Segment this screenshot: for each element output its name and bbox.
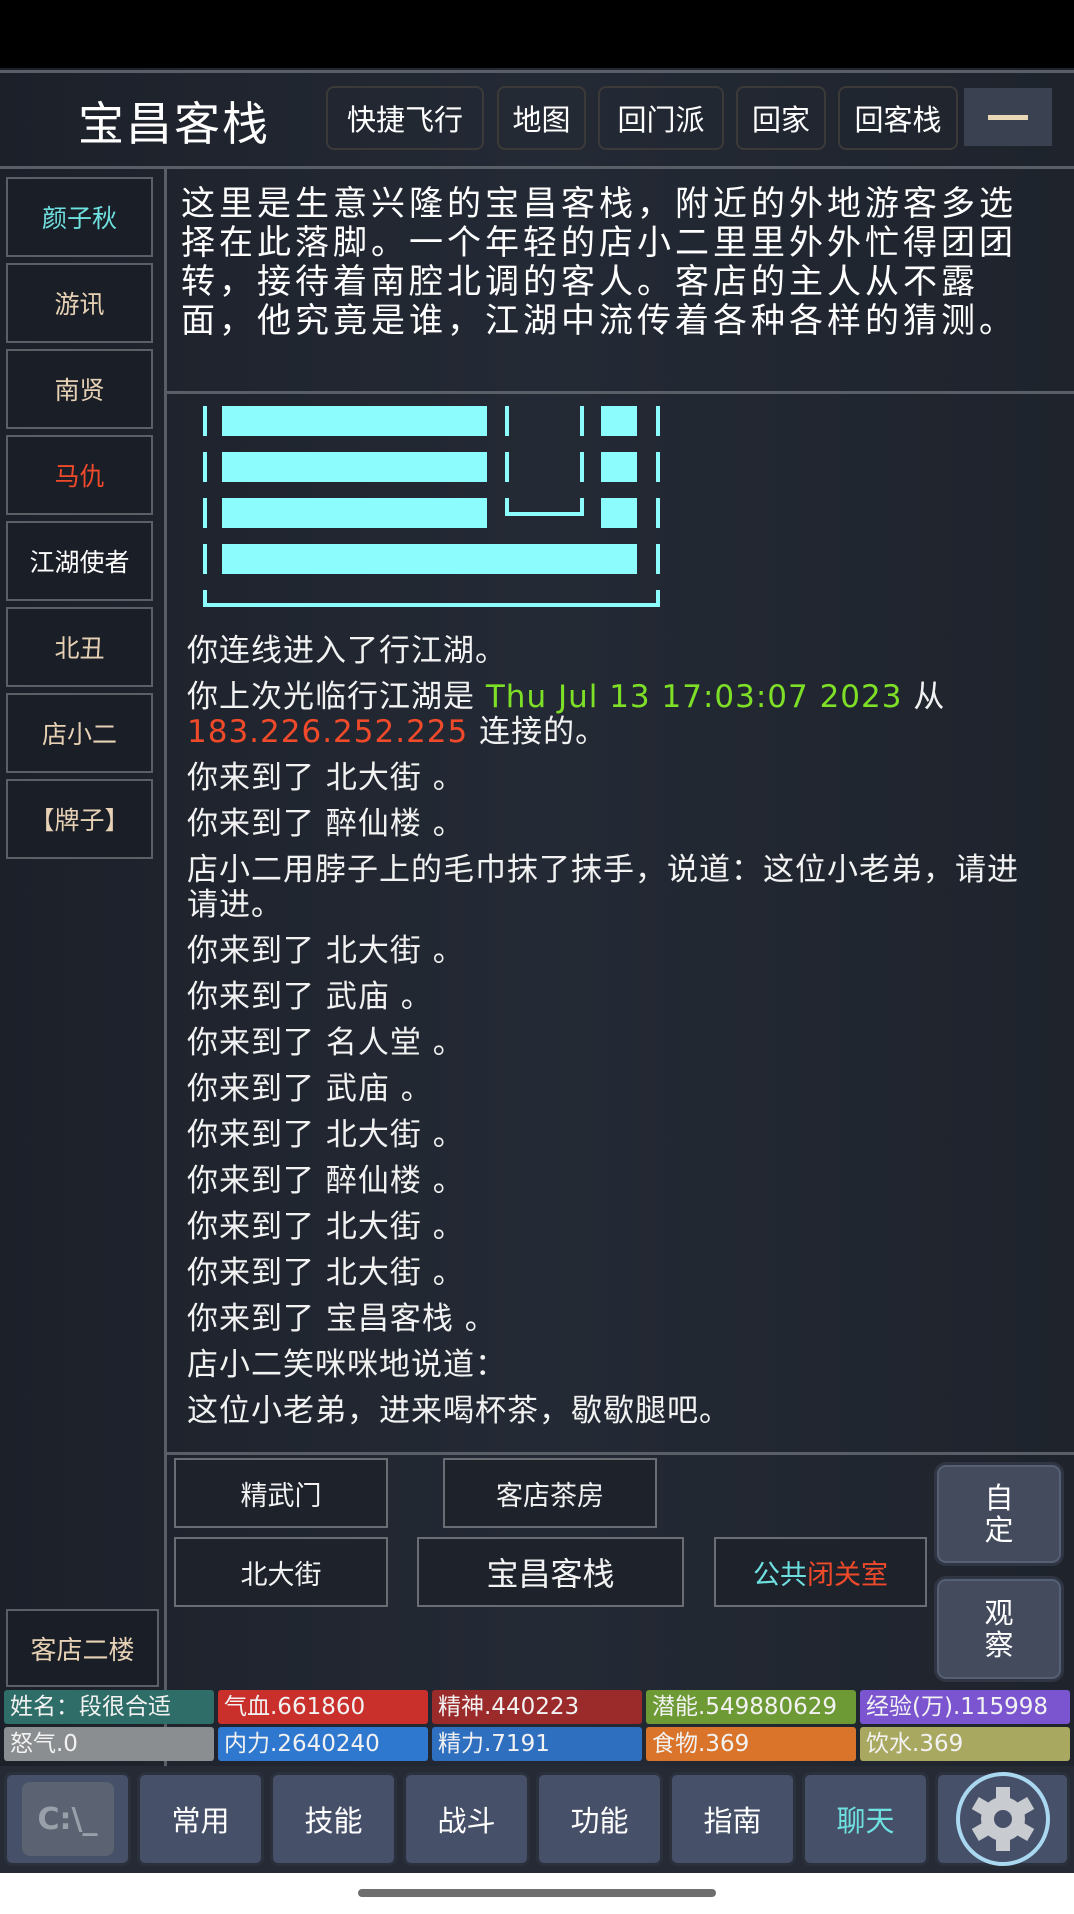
log-line: 你来到了 宝昌客栈 。 [187,1301,497,1337]
art-block [601,406,637,436]
exit-label-b: 闭关室 [807,1559,888,1591]
log-line: 你来到了 北大街 。 [187,1255,465,1291]
log-line: 你来到了 名人堂 。 [187,1025,465,1061]
stat-name: 姓名：段很合适 [4,1690,214,1724]
game-screen: 宝昌客栈 快捷飞行 地图 回门派 回家 回客栈 颜子秋 游讯 南贤 马仇 江湖使… [0,0,1074,1873]
room-title: 宝昌客栈 [78,97,270,151]
npc-button[interactable]: 江湖使者 [6,521,153,601]
npc-label: 店小二 [41,720,117,749]
stat-hp: 气血.661860 [218,1690,428,1724]
art-bar [222,406,487,436]
npc-label: 颜子秋 [41,204,117,233]
stat-food: 食物.369 [646,1727,856,1761]
return-home-button[interactable]: 回家 [736,86,826,150]
log-line: 你连线进入了行江湖。 [187,633,507,669]
return-sect-button[interactable]: 回门派 [598,86,724,150]
npc-button[interactable]: 南贤 [6,349,153,429]
npc-label: 南贤 [54,376,105,405]
gear-icon [955,1772,1050,1866]
terminal-icon: C:\_ [21,1782,114,1856]
last-visit-time: Thu Jul 13 17:03:07 2023 [485,679,903,715]
stat-rage: 怒气.0 [4,1727,214,1761]
nav-functions[interactable]: 功能 [536,1772,663,1866]
minus-icon [988,114,1028,120]
log-line: 你来到了 北大街 。 [187,760,465,796]
npc-label: 北丑 [54,634,105,663]
npc-button[interactable]: 【牌子】 [6,779,153,859]
divider [164,166,167,1766]
npc-button[interactable]: 颜子秋 [6,177,153,257]
room-description: 这里是生意兴隆的宝昌客栈，附近的外地游客多选择在此落脚。一个年轻的店小二里里外外… [181,184,1017,341]
npc-button[interactable]: 游讯 [6,263,153,343]
art-bar [222,452,487,482]
art-bar [222,544,637,574]
npc-button[interactable]: 北丑 [6,607,153,687]
message-log: 你连线进入了行江湖。 你上次光临行江湖是 Thu Jul 13 17:03:07… [187,634,1047,1440]
floor-button[interactable]: 客店二楼 [6,1609,159,1687]
log-line: 店小二笑咪咪地说道： [187,1347,507,1383]
npc-label: 江湖使者 [29,548,130,577]
log-line: 这位小老弟，进来喝杯茶，歇歇腿吧。 [187,1393,731,1429]
art-block [601,498,637,528]
stat-potential: 潜能.549880629 [646,1690,856,1724]
divider [0,70,1074,73]
stat-exp: 经验(万).115998 [860,1690,1070,1724]
log-line: 你来到了 醉仙楼 。 [187,1163,465,1199]
divider [0,166,1074,169]
exit-retreat-room[interactable]: 公共 闭关室 [714,1537,927,1607]
floor-label: 客店二楼 [30,1635,135,1666]
log-line: 你来到了 北大街 。 [187,1117,465,1153]
art-bar [222,498,487,528]
nav-common[interactable]: 常用 [137,1772,264,1866]
log-line: 店小二用脖子上的毛巾抹了抹手，说道：这位小老弟，请进请进。 [187,852,1019,923]
collapse-button[interactable] [964,88,1052,146]
divider [166,1452,1074,1455]
npc-label: 游讯 [54,290,105,319]
status-bar [0,0,1074,68]
log-line: 你来到了 北大街 。 [187,933,465,969]
log-line: 你来到了 北大街 。 [187,1209,465,1245]
observe-button[interactable]: 观 察 [934,1576,1064,1682]
current-room[interactable]: 宝昌客栈 [417,1537,684,1607]
npc-label: 【牌子】 [29,806,130,835]
return-inn-button[interactable]: 回客栈 [838,86,958,150]
custom-button[interactable]: 自 定 [934,1462,1064,1566]
settings-button[interactable] [935,1772,1070,1866]
nav-skills[interactable]: 技能 [270,1772,397,1866]
npc-button[interactable]: 马仇 [6,435,153,515]
npc-button[interactable]: 店小二 [6,693,153,773]
log-line: 你来到了 醉仙楼 。 [187,806,465,842]
exit-teahouse[interactable]: 客店茶房 [443,1458,657,1528]
nav-chat[interactable]: 聊天 [802,1772,929,1866]
last-visit-ip: 183.226.252.225 [187,714,469,750]
stat-spirit: 精神.440223 [432,1690,642,1724]
art-block [601,452,637,482]
stat-neili: 内力.2640240 [218,1727,428,1761]
stat-water: 饮水.369 [860,1727,1070,1761]
nav-combat[interactable]: 战斗 [403,1772,530,1866]
map-button[interactable]: 地图 [497,86,586,150]
exit-north-street[interactable]: 北大街 [174,1537,388,1607]
room-map-art [203,406,660,607]
quick-travel-button[interactable]: 快捷飞行 [326,86,484,150]
npc-label: 马仇 [54,462,105,491]
log-line: 你来到了 武庙 。 [187,1071,433,1107]
divider [166,391,1074,394]
exit-jingwumen[interactable]: 精武门 [174,1458,388,1528]
log-line: 你上次光临行江湖是 Thu Jul 13 17:03:07 2023 从 183.… [187,679,946,750]
log-line: 你来到了 武庙 。 [187,979,433,1015]
exit-label-a: 公共 [753,1559,807,1591]
home-indicator[interactable] [358,1889,716,1897]
stat-energy: 精力.7191 [432,1727,642,1761]
nav-guide[interactable]: 指南 [669,1772,796,1866]
terminal-button[interactable]: C:\_ [4,1772,131,1866]
